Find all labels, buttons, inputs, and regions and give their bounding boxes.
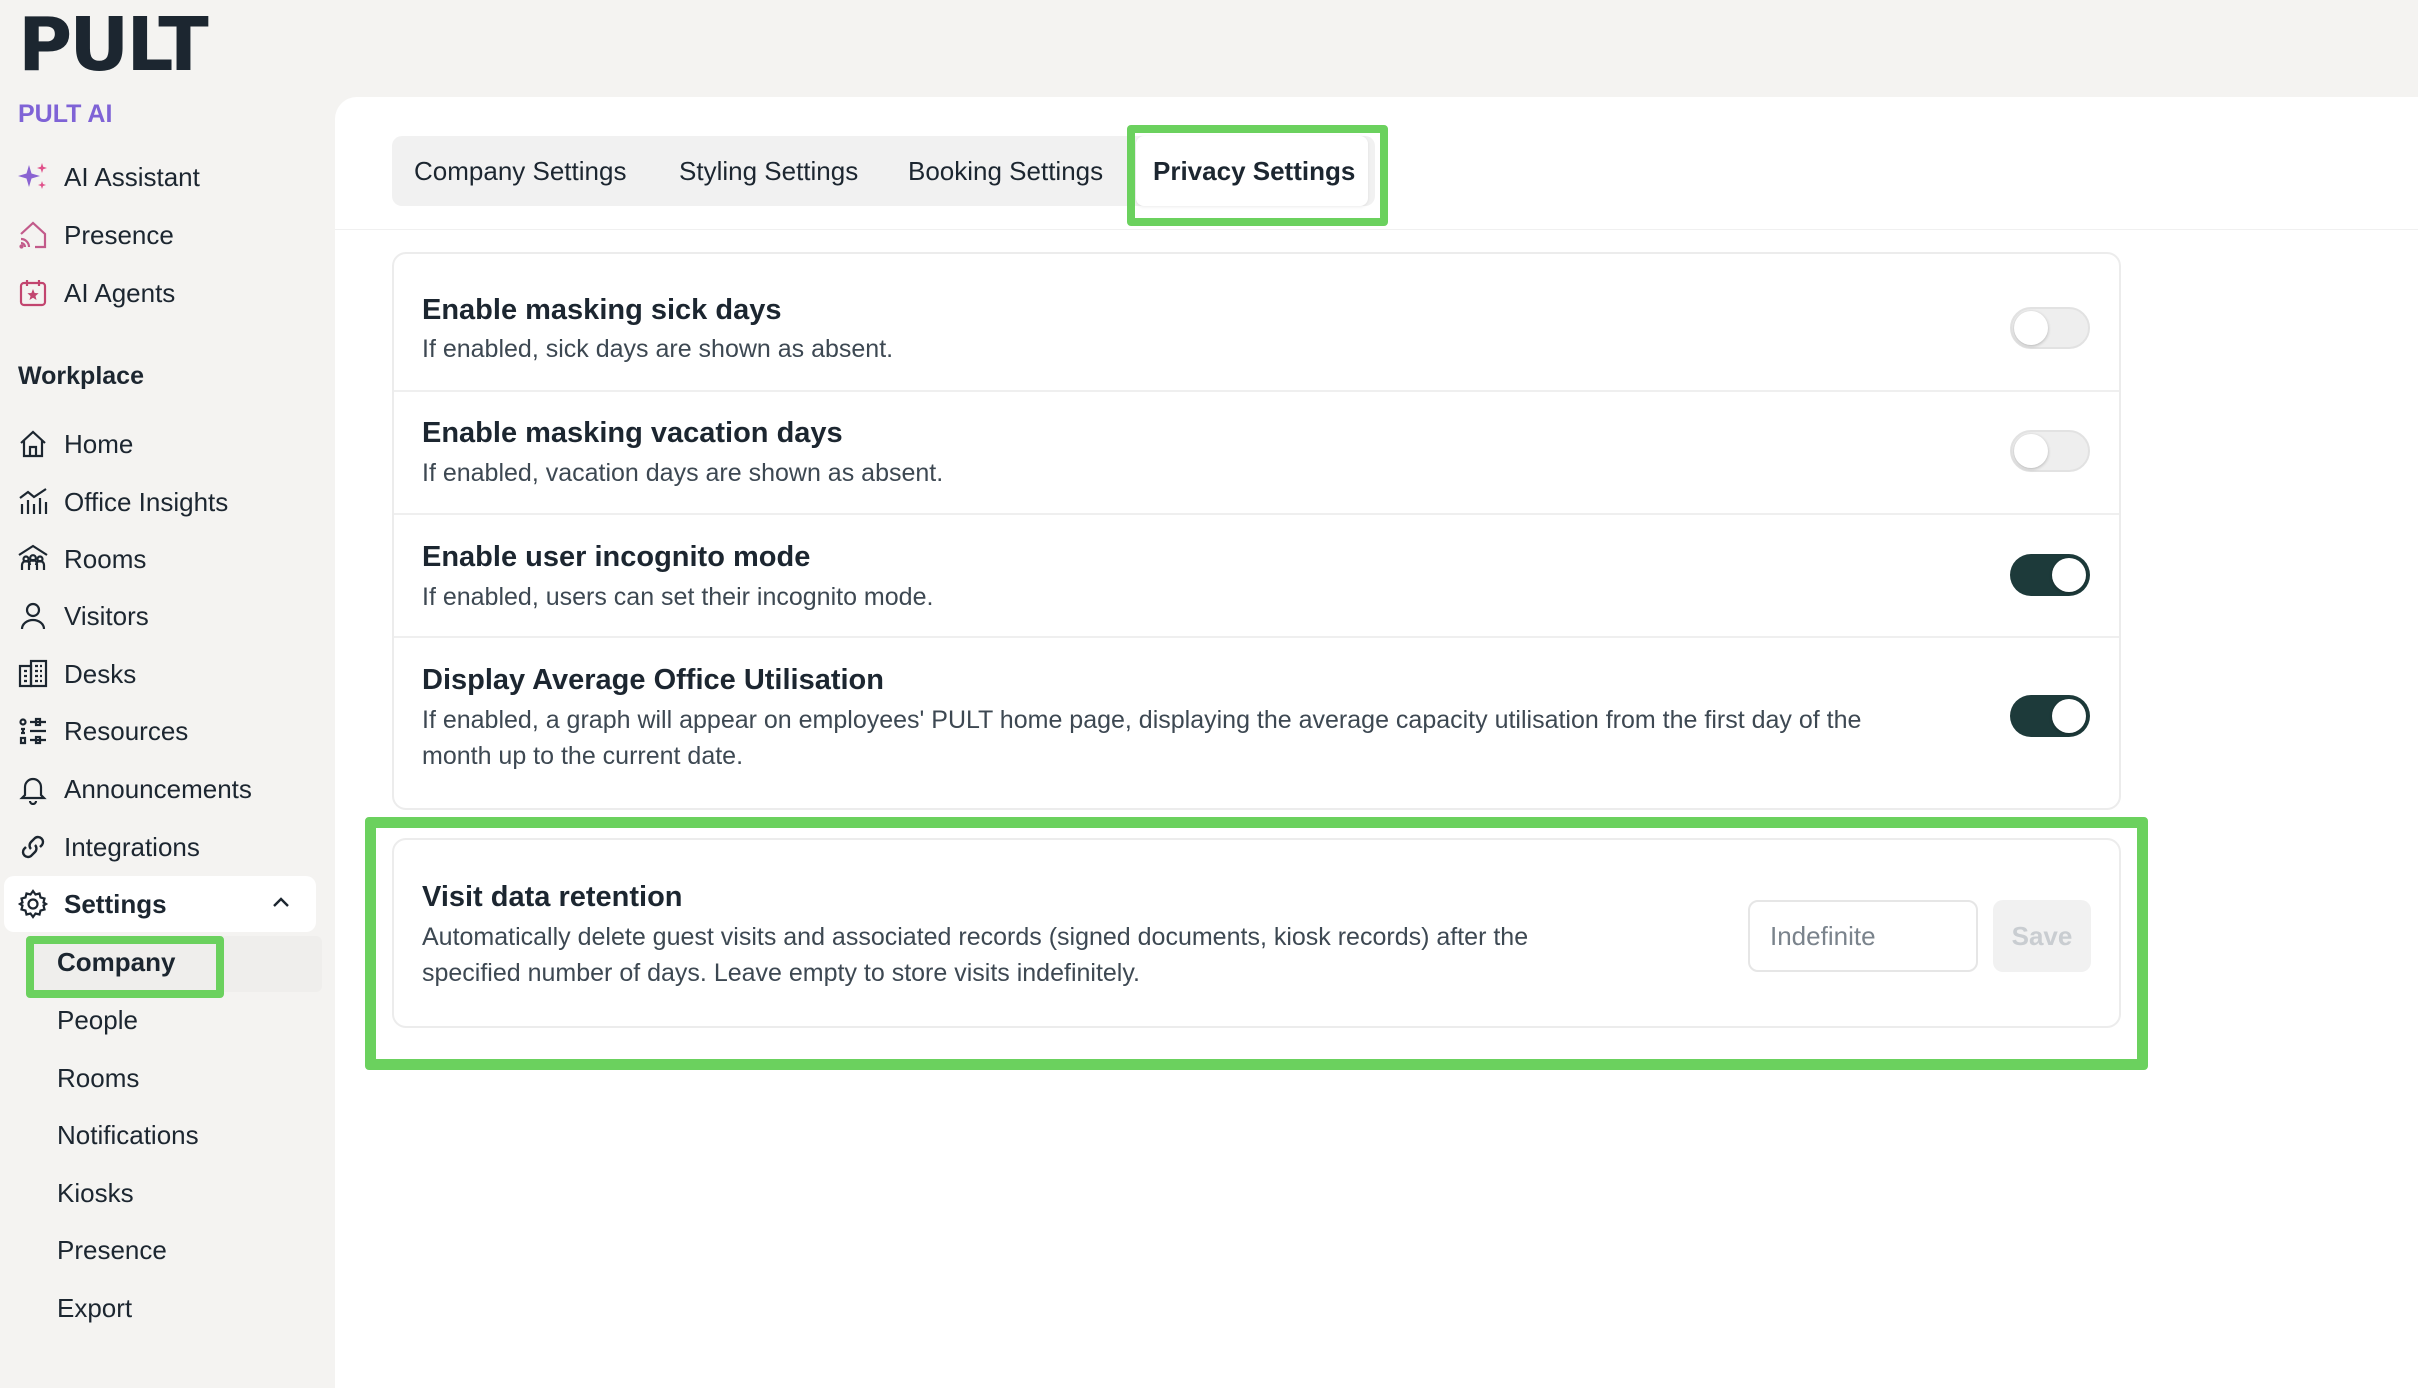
chevron-up-icon[interactable]	[268, 890, 294, 916]
home-signal-icon	[16, 218, 50, 252]
calendar-star-icon	[16, 276, 50, 310]
building-icon	[16, 657, 50, 691]
sidebar-item-visitors[interactable]: Visitors	[16, 591, 316, 641]
toggle-office-utilisation[interactable]	[2010, 695, 2090, 737]
setting-desc-sick-days: If enabled, sick days are shown as absen…	[422, 335, 894, 363]
toggle-knob	[2052, 558, 2086, 592]
toggle-mask-sick-days[interactable]	[2010, 307, 2090, 349]
nav-label: Home	[64, 428, 134, 459]
pult-ai-label: PULT AI	[18, 100, 113, 128]
sidebar-sub-export[interactable]: Export	[57, 1293, 132, 1324]
people-group-icon	[16, 542, 50, 576]
nav-label: Rooms	[64, 543, 147, 574]
highlight-box-retention	[365, 817, 2148, 1070]
setting-desc-incognito: If enabled, users can set their incognit…	[422, 583, 934, 611]
sidebar-sub-rooms[interactable]: Rooms	[57, 1063, 139, 1094]
setting-desc-office-utilisation-line1: If enabled, a graph will appear on emplo…	[422, 706, 1862, 734]
nav-label: Resources	[64, 715, 189, 746]
sidebar-sub-presence[interactable]: Presence	[57, 1235, 167, 1266]
sidebar-item-rooms[interactable]: Rooms	[16, 534, 316, 584]
highlight-box-privacy-tab	[1127, 125, 1388, 226]
highlight-box-company	[26, 936, 224, 998]
user-icon	[16, 599, 50, 633]
nav-label: Presence	[64, 219, 174, 250]
sidebar-item-desks[interactable]: Desks	[16, 649, 316, 699]
header-divider	[335, 229, 2418, 230]
sidebar-sub-notifications[interactable]: Notifications	[57, 1120, 199, 1151]
gear-icon	[16, 887, 50, 921]
sidebar-item-resources[interactable]: Resources	[16, 706, 316, 756]
sidebar-item-integrations[interactable]: Integrations	[16, 822, 316, 872]
toggle-user-incognito[interactable]	[2010, 554, 2090, 596]
sidebar-item-office-insights[interactable]: Office Insights	[16, 477, 316, 527]
nav-label: Announcements	[64, 773, 252, 804]
setting-desc-vacation-days: If enabled, vacation days are shown as a…	[422, 459, 944, 487]
toggle-mask-vacation-days[interactable]	[2010, 430, 2090, 472]
tab-company-settings[interactable]: Company Settings	[414, 136, 626, 206]
nav-label: AI Assistant	[64, 161, 200, 192]
nav-ai-agents[interactable]: AI Agents	[16, 268, 316, 318]
settings-label: Settings	[64, 888, 167, 919]
toggle-knob	[2014, 311, 2048, 345]
nav-label: AI Agents	[64, 277, 176, 308]
setting-title-sick-days: Enable masking sick days	[422, 294, 782, 326]
bar-chart-icon	[16, 485, 50, 519]
nav-label: Office Insights	[64, 486, 229, 517]
sparkle-icon	[16, 160, 50, 194]
nav-presence[interactable]: Presence	[16, 210, 316, 260]
pult-logo[interactable]: PULT	[18, 8, 209, 82]
sidebar-item-announcements[interactable]: Announcements	[16, 764, 316, 814]
sidebar-sub-people[interactable]: People	[57, 1005, 138, 1036]
toggle-knob	[2052, 699, 2086, 733]
nav-label: Desks	[64, 658, 137, 689]
tab-styling-settings[interactable]: Styling Settings	[679, 136, 858, 206]
nav-label: Visitors	[64, 600, 149, 631]
row-divider	[394, 390, 2119, 392]
list-icon	[16, 714, 50, 748]
link-icon	[16, 830, 50, 864]
toggle-knob	[2014, 434, 2048, 468]
setting-desc-office-utilisation-line2: month up to the current date.	[422, 742, 744, 770]
setting-title-vacation-days: Enable masking vacation days	[422, 417, 843, 449]
row-divider	[394, 636, 2119, 638]
sidebar-sub-kiosks[interactable]: Kiosks	[57, 1178, 134, 1209]
sidebar-item-settings[interactable]: Settings	[4, 876, 316, 932]
setting-title-incognito: Enable user incognito mode	[422, 541, 811, 573]
sidebar-item-home[interactable]: Home	[16, 419, 316, 469]
nav-label: Integrations	[64, 831, 200, 862]
sidebar: PULT PULT AI AI Assistant Presence AI Ag…	[0, 0, 335, 1388]
bell-icon	[16, 772, 50, 806]
home-icon	[16, 427, 50, 461]
setting-title-office-utilisation: Display Average Office Utilisation	[422, 664, 884, 696]
nav-ai-assistant[interactable]: AI Assistant	[16, 152, 316, 202]
row-divider	[394, 513, 2119, 515]
tab-booking-settings[interactable]: Booking Settings	[908, 136, 1103, 206]
workplace-section-title: Workplace	[18, 362, 144, 390]
